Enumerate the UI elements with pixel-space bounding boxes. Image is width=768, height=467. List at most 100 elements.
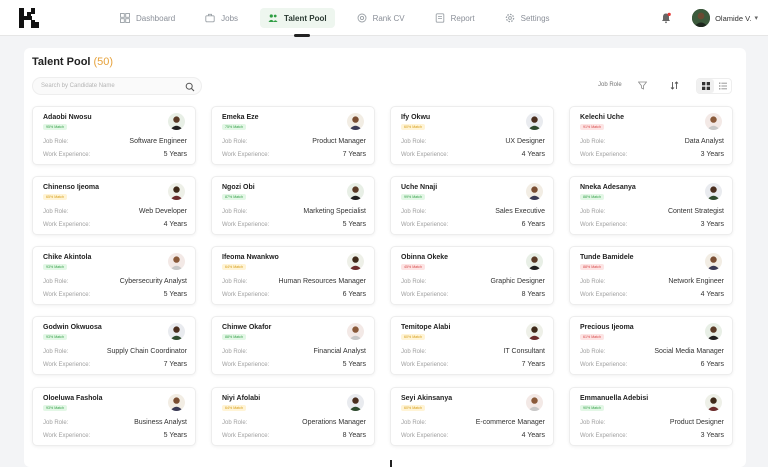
nav-label-settings: Settings <box>520 13 550 23</box>
top-navigation-bar: Dashboard Jobs Talent Pool Rank CV Repor… <box>0 0 768 37</box>
work-experience-value: 7 Years <box>342 151 366 158</box>
job-role-label: Job Role: <box>580 279 606 285</box>
list-view-button[interactable] <box>714 79 731 93</box>
work-experience-label: Work Experience: <box>222 222 270 228</box>
match-badge: 88% Match <box>222 334 246 340</box>
candidate-avatar <box>526 183 543 200</box>
job-role-label: Job Role: <box>222 209 248 215</box>
candidate-avatar <box>168 183 185 200</box>
candidate-card[interactable]: Niyi Afolabi 64% Match Job Role: Operati… <box>211 387 375 446</box>
app-logo[interactable] <box>18 7 40 29</box>
candidate-avatar <box>705 183 722 200</box>
nav-item-dashboard[interactable]: Dashboard <box>112 8 183 28</box>
bell-icon[interactable] <box>660 12 672 24</box>
candidate-card[interactable]: Emmanuella Adebisi 90% Match Job Role: P… <box>569 387 733 446</box>
search-icon[interactable] <box>185 82 195 92</box>
candidate-name: Kelechi Uche <box>580 114 624 121</box>
candidate-card[interactable]: Obinna Okeke 45% Match Job Role: Graphic… <box>390 246 554 305</box>
candidate-name: Emeka Eze <box>222 114 259 121</box>
job-role-value: Graphic Designer <box>490 278 545 285</box>
candidate-card[interactable]: Chinenso Ijeoma 65% Match Job Role: Web … <box>32 176 196 235</box>
briefcase-icon <box>205 13 215 23</box>
work-experience-value: 3 Years <box>700 432 724 439</box>
search-input[interactable]: Search by Candidate Name <box>32 77 202 95</box>
user-avatar[interactable] <box>692 9 711 27</box>
candidate-card[interactable]: Adaobi Nwosu 95% Match Job Role: Softwar… <box>32 106 196 165</box>
chevron-down-icon[interactable]: ▾ <box>754 14 758 22</box>
work-experience-value: 5 Years <box>342 221 366 228</box>
work-experience-value: 6 Years <box>342 291 366 298</box>
sort-icon[interactable] <box>670 81 679 90</box>
candidate-card[interactable]: Tunde Bamidele 88% Match Job Role: Netwo… <box>569 246 733 305</box>
job-role-label: Job Role: <box>401 349 427 355</box>
match-badge: 88% Match <box>580 194 604 200</box>
work-experience-label: Work Experience: <box>43 292 91 298</box>
candidate-avatar <box>705 394 722 411</box>
grid-view-button[interactable] <box>697 79 714 93</box>
user-name[interactable]: Olamide V. <box>715 14 751 23</box>
nav-item-talent-pool[interactable]: Talent Pool <box>260 8 335 28</box>
candidate-card[interactable]: Ify Okwu 60% Match Job Role: UX Designer… <box>390 106 554 165</box>
job-role-label: Job Role: <box>222 139 248 145</box>
nav-item-rank-cv[interactable]: Rank CV <box>349 8 413 28</box>
candidate-name: Tunde Bamidele <box>580 254 634 261</box>
match-badge: 93% Match <box>43 405 67 411</box>
work-experience-label: Work Experience: <box>43 433 91 439</box>
work-experience-value: 4 Years <box>700 291 724 298</box>
candidate-count: (50) <box>93 56 114 68</box>
work-experience-value: 5 Years <box>163 432 187 439</box>
job-role-label: Job Role: <box>401 139 427 145</box>
candidate-card[interactable]: Godwin Okwuosa 93% Match Job Role: Suppl… <box>32 316 196 375</box>
main-nav: Dashboard Jobs Talent Pool Rank CV Repor… <box>112 8 572 28</box>
work-experience-value: 6 Years <box>700 361 724 368</box>
nav-label-dashboard: Dashboard <box>136 13 176 23</box>
candidate-avatar <box>526 113 543 130</box>
candidate-name: Oloeluwa Fashola <box>43 395 103 402</box>
job-role-value: Software Engineer <box>129 138 187 145</box>
candidate-card[interactable]: Uche Nnaji 99% Match Job Role: Sales Exe… <box>390 176 554 235</box>
work-experience-label: Work Experience: <box>222 292 270 298</box>
match-badge: 93% Match <box>43 334 67 340</box>
job-role-value: E-commerce Manager <box>475 419 545 426</box>
filter-icon[interactable] <box>638 81 647 90</box>
candidate-card[interactable]: Chike Akintola 93% Match Job Role: Cyber… <box>32 246 196 305</box>
job-role-value: Content Strategist <box>667 208 724 215</box>
work-experience-label: Work Experience: <box>401 222 449 228</box>
job-role-value: Supply Chain Coordinator <box>106 348 187 355</box>
candidate-avatar <box>347 113 364 130</box>
job-role-value: UX Designer <box>505 138 545 145</box>
candidate-name: Chinwe Okafor <box>222 324 272 331</box>
job-role-value: Product Designer <box>669 419 724 426</box>
work-experience-label: Work Experience: <box>580 433 628 439</box>
nav-label-rank-cv: Rank CV <box>372 13 405 23</box>
candidate-name: Obinna Okeke <box>401 254 449 261</box>
candidate-card[interactable]: Temitope Alabi 60% Match Job Role: IT Co… <box>390 316 554 375</box>
candidate-card[interactable]: Ngozi Obi 87% Match Job Role: Marketing … <box>211 176 375 235</box>
candidate-card[interactable]: Seyi Akinsanya 60% Match Job Role: E-com… <box>390 387 554 446</box>
nav-item-report[interactable]: Report <box>427 8 483 28</box>
work-experience-value: 5 Years <box>342 361 366 368</box>
candidate-card[interactable]: Kelechi Uche 91% Match Job Role: Data An… <box>569 106 733 165</box>
candidate-card[interactable]: Emeka Eze 75% Match Job Role: Product Ma… <box>211 106 375 165</box>
work-experience-value: 7 Years <box>163 361 187 368</box>
users-icon <box>268 13 278 23</box>
job-role-value: Marketing Specialist <box>303 208 366 215</box>
candidate-card[interactable]: Oloeluwa Fashola 93% Match Job Role: Bus… <box>32 387 196 446</box>
job-role-value: IT Consultant <box>503 348 545 355</box>
candidate-name: Nneka Adesanya <box>580 184 636 191</box>
nav-item-settings[interactable]: Settings <box>497 8 558 28</box>
job-role-filter[interactable]: Job Role <box>598 82 622 88</box>
candidate-name: Precious Ijeoma <box>580 324 634 331</box>
work-experience-label: Work Experience: <box>580 152 628 158</box>
candidate-card[interactable]: Precious Ijeoma 61% Match Job Role: Soci… <box>569 316 733 375</box>
report-icon <box>435 13 445 23</box>
candidate-card[interactable]: Ifeoma Nwankwo 64% Match Job Role: Human… <box>211 246 375 305</box>
job-role-label: Job Role: <box>401 420 427 426</box>
match-badge: 60% Match <box>401 405 425 411</box>
nav-item-jobs[interactable]: Jobs <box>197 8 246 28</box>
candidate-card[interactable]: Chinwe Okafor 88% Match Job Role: Financ… <box>211 316 375 375</box>
candidate-avatar <box>705 253 722 270</box>
match-badge: 64% Match <box>222 264 246 270</box>
grid-icon <box>701 82 710 90</box>
candidate-card[interactable]: Nneka Adesanya 88% Match Job Role: Conte… <box>569 176 733 235</box>
